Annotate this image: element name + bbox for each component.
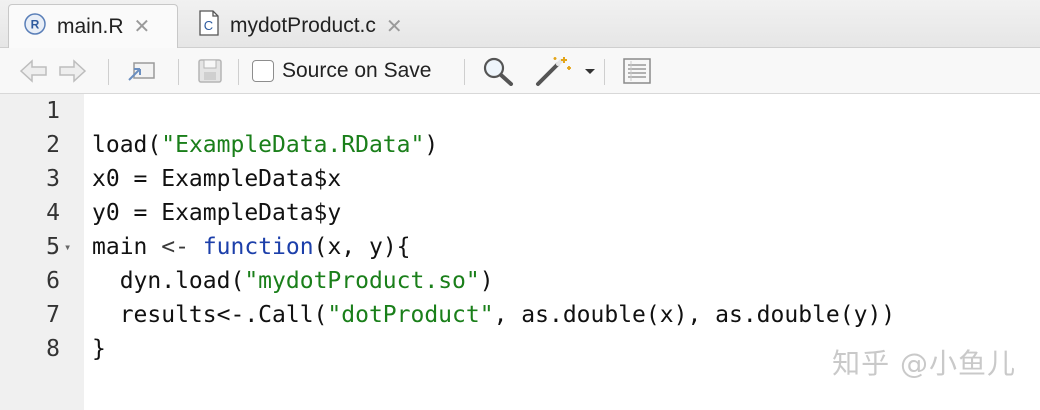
toolbar-separator xyxy=(604,59,605,85)
line-number: 5 xyxy=(46,234,60,260)
code-line[interactable]: 2 load("ExampleData.RData") xyxy=(0,128,1040,162)
save-icon[interactable] xyxy=(196,48,224,94)
line-number: 7 xyxy=(46,302,60,328)
fold-toggle-icon[interactable]: ▾ xyxy=(64,230,71,264)
line-number: 6 xyxy=(46,268,60,294)
svg-text:C: C xyxy=(204,18,213,33)
code-token: ) xyxy=(424,132,439,158)
code-line[interactable]: 6 dyn.load("mydotProduct.so") xyxy=(0,264,1040,298)
code-token: } xyxy=(92,336,106,362)
search-icon[interactable] xyxy=(482,48,514,94)
code-token: function xyxy=(202,234,314,260)
source-on-save-checkbox[interactable]: Source on Save xyxy=(252,48,431,94)
code-line[interactable]: 7 results<-.Call("dotProduct", as.double… xyxy=(0,298,1040,332)
code-token: y0 = ExampleData$y xyxy=(92,200,342,226)
code-token: x0 = ExampleData$x xyxy=(92,166,342,192)
watermark: 知乎 @小鱼儿 xyxy=(832,347,1016,380)
code-token: ) xyxy=(479,268,494,294)
line-number: 3 xyxy=(46,166,60,192)
code-token: main xyxy=(92,234,162,260)
dropdown-icon[interactable] xyxy=(584,48,596,94)
line-source: x0 = ExampleData$x xyxy=(92,162,341,196)
editor-tab-bar: R main.R ✕ C mydotProduct.c ✕ xyxy=(0,0,1040,48)
tab-main-r[interactable]: R main.R ✕ xyxy=(8,4,178,48)
line-source: y0 = ExampleData$y xyxy=(92,196,341,230)
line-source: dyn.load("mydotProduct.so") xyxy=(92,264,494,298)
r-file-icon: R xyxy=(23,12,47,42)
code-token: dyn.load( xyxy=(92,268,245,294)
line-number: 1 xyxy=(46,98,60,124)
forward-arrow-icon[interactable] xyxy=(56,48,88,94)
line-number: 4 xyxy=(46,200,60,226)
code-line[interactable]: 3 x0 = ExampleData$x xyxy=(0,162,1040,196)
line-number: 2 xyxy=(46,132,60,158)
back-arrow-icon[interactable] xyxy=(18,48,50,94)
editor-toolbar: Source on Save xyxy=(0,48,1040,94)
checkbox-box[interactable] xyxy=(252,60,274,82)
close-icon[interactable]: ✕ xyxy=(386,14,403,39)
toolbar-separator xyxy=(464,59,465,85)
code-token: results<-.Call( xyxy=(92,302,328,328)
toolbar-separator xyxy=(238,59,239,85)
magic-wand-icon[interactable] xyxy=(534,48,574,94)
toolbar-separator xyxy=(108,59,109,85)
line-source: results<-.Call("dotProduct", as.double(x… xyxy=(92,298,895,332)
source-on-save-label: Source on Save xyxy=(282,59,432,82)
code-token: <- xyxy=(161,234,189,260)
tab-label: main.R xyxy=(57,14,124,38)
code-line[interactable]: 1 xyxy=(0,94,1040,128)
code-token: , as.double(x), as.double(y)) xyxy=(493,302,896,328)
code-token: "dotProduct" xyxy=(327,302,494,328)
close-icon[interactable]: ✕ xyxy=(134,14,151,39)
toolbar-separator xyxy=(178,59,179,85)
tab-label: mydotProduct.c xyxy=(230,14,376,37)
code-token: "mydotProduct.so" xyxy=(244,268,480,294)
svg-text:R: R xyxy=(31,17,40,31)
line-source: load("ExampleData.RData") xyxy=(92,128,438,162)
show-in-window-icon[interactable] xyxy=(126,48,158,94)
outline-icon[interactable] xyxy=(622,48,652,94)
code-token: (x, y){ xyxy=(313,234,411,260)
line-source: } xyxy=(92,332,106,366)
code-token: load( xyxy=(92,132,162,158)
code-line[interactable]: 4 y0 = ExampleData$y xyxy=(0,196,1040,230)
code-token: "ExampleData.RData" xyxy=(161,132,425,158)
tab-mydotproduct-c[interactable]: C mydotProduct.c ✕ xyxy=(184,4,446,48)
code-line[interactable]: 5 ▾ main <- function(x, y){ xyxy=(0,230,1040,264)
line-number: 8 xyxy=(46,336,60,362)
c-file-icon: C xyxy=(198,10,220,42)
line-source: main <- function(x, y){ xyxy=(92,230,411,264)
